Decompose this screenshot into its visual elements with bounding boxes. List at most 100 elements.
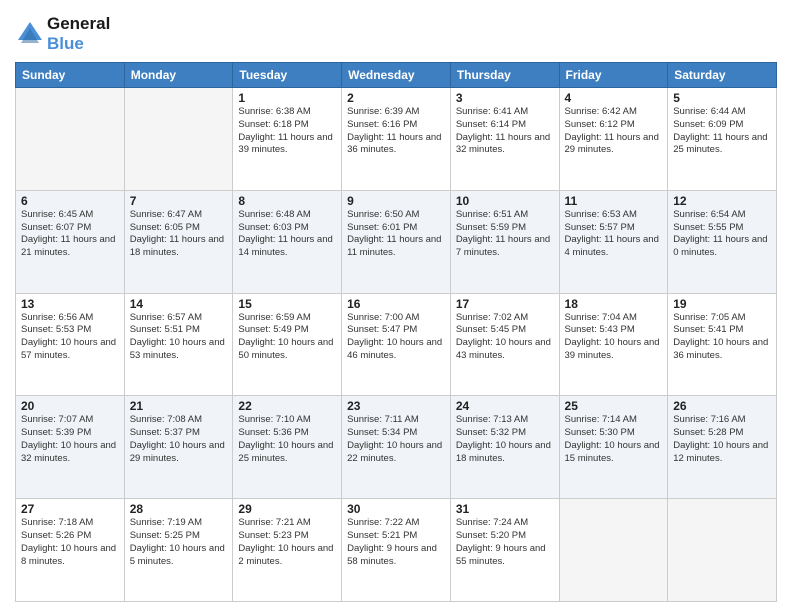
calendar-week-row: 20Sunrise: 7:07 AMSunset: 5:39 PMDayligh…: [16, 396, 777, 499]
day-number: 6: [21, 194, 119, 208]
day-info: Sunrise: 6:42 AMSunset: 6:12 PMDaylight:…: [565, 106, 663, 157]
day-info: Sunrise: 7:16 AMSunset: 5:28 PMDaylight:…: [673, 414, 771, 465]
day-number: 14: [130, 297, 228, 311]
day-info: Sunrise: 7:11 AMSunset: 5:34 PMDaylight:…: [347, 414, 445, 465]
day-number: 28: [130, 502, 228, 516]
calendar-cell: 5Sunrise: 6:44 AMSunset: 6:09 PMDaylight…: [668, 88, 777, 191]
day-info: Sunrise: 6:59 AMSunset: 5:49 PMDaylight:…: [238, 312, 336, 363]
day-info: Sunrise: 7:10 AMSunset: 5:36 PMDaylight:…: [238, 414, 336, 465]
day-info: Sunrise: 7:21 AMSunset: 5:23 PMDaylight:…: [238, 517, 336, 568]
day-info: Sunrise: 7:08 AMSunset: 5:37 PMDaylight:…: [130, 414, 228, 465]
calendar-cell: 18Sunrise: 7:04 AMSunset: 5:43 PMDayligh…: [559, 293, 668, 396]
calendar-week-row: 13Sunrise: 6:56 AMSunset: 5:53 PMDayligh…: [16, 293, 777, 396]
day-number: 30: [347, 502, 445, 516]
day-info: Sunrise: 6:45 AMSunset: 6:07 PMDaylight:…: [21, 209, 119, 260]
day-info: Sunrise: 6:50 AMSunset: 6:01 PMDaylight:…: [347, 209, 445, 260]
calendar-cell: 13Sunrise: 6:56 AMSunset: 5:53 PMDayligh…: [16, 293, 125, 396]
weekday-header: Friday: [559, 63, 668, 88]
logo: General Blue: [15, 14, 110, 54]
calendar-cell: 23Sunrise: 7:11 AMSunset: 5:34 PMDayligh…: [342, 396, 451, 499]
calendar-week-row: 1Sunrise: 6:38 AMSunset: 6:18 PMDaylight…: [16, 88, 777, 191]
day-info: Sunrise: 6:41 AMSunset: 6:14 PMDaylight:…: [456, 106, 554, 157]
day-info: Sunrise: 7:02 AMSunset: 5:45 PMDaylight:…: [456, 312, 554, 363]
calendar-cell: 19Sunrise: 7:05 AMSunset: 5:41 PMDayligh…: [668, 293, 777, 396]
day-info: Sunrise: 7:00 AMSunset: 5:47 PMDaylight:…: [347, 312, 445, 363]
calendar-cell: 22Sunrise: 7:10 AMSunset: 5:36 PMDayligh…: [233, 396, 342, 499]
day-number: 15: [238, 297, 336, 311]
calendar-week-row: 6Sunrise: 6:45 AMSunset: 6:07 PMDaylight…: [16, 190, 777, 293]
calendar-cell: 17Sunrise: 7:02 AMSunset: 5:45 PMDayligh…: [450, 293, 559, 396]
day-info: Sunrise: 7:24 AMSunset: 5:20 PMDaylight:…: [456, 517, 554, 568]
calendar-cell: 7Sunrise: 6:47 AMSunset: 6:05 PMDaylight…: [124, 190, 233, 293]
day-number: 10: [456, 194, 554, 208]
day-info: Sunrise: 6:53 AMSunset: 5:57 PMDaylight:…: [565, 209, 663, 260]
page: General Blue SundayMondayTuesdayWednesda…: [0, 0, 792, 612]
day-info: Sunrise: 7:14 AMSunset: 5:30 PMDaylight:…: [565, 414, 663, 465]
day-number: 17: [456, 297, 554, 311]
weekday-header-row: SundayMondayTuesdayWednesdayThursdayFrid…: [16, 63, 777, 88]
day-info: Sunrise: 6:44 AMSunset: 6:09 PMDaylight:…: [673, 106, 771, 157]
calendar-cell: 31Sunrise: 7:24 AMSunset: 5:20 PMDayligh…: [450, 499, 559, 602]
day-number: 8: [238, 194, 336, 208]
day-number: 20: [21, 399, 119, 413]
day-number: 24: [456, 399, 554, 413]
day-info: Sunrise: 7:22 AMSunset: 5:21 PMDaylight:…: [347, 517, 445, 568]
calendar-cell: [668, 499, 777, 602]
day-info: Sunrise: 7:04 AMSunset: 5:43 PMDaylight:…: [565, 312, 663, 363]
day-info: Sunrise: 6:57 AMSunset: 5:51 PMDaylight:…: [130, 312, 228, 363]
day-number: 27: [21, 502, 119, 516]
day-number: 4: [565, 91, 663, 105]
calendar-cell: 20Sunrise: 7:07 AMSunset: 5:39 PMDayligh…: [16, 396, 125, 499]
calendar-cell: 3Sunrise: 6:41 AMSunset: 6:14 PMDaylight…: [450, 88, 559, 191]
day-number: 25: [565, 399, 663, 413]
day-info: Sunrise: 6:54 AMSunset: 5:55 PMDaylight:…: [673, 209, 771, 260]
day-number: 9: [347, 194, 445, 208]
calendar-cell: 16Sunrise: 7:00 AMSunset: 5:47 PMDayligh…: [342, 293, 451, 396]
day-number: 1: [238, 91, 336, 105]
day-number: 18: [565, 297, 663, 311]
calendar-cell: 27Sunrise: 7:18 AMSunset: 5:26 PMDayligh…: [16, 499, 125, 602]
calendar-cell: 10Sunrise: 6:51 AMSunset: 5:59 PMDayligh…: [450, 190, 559, 293]
day-number: 26: [673, 399, 771, 413]
weekday-header: Monday: [124, 63, 233, 88]
day-number: 22: [238, 399, 336, 413]
day-info: Sunrise: 6:51 AMSunset: 5:59 PMDaylight:…: [456, 209, 554, 260]
day-number: 19: [673, 297, 771, 311]
day-number: 7: [130, 194, 228, 208]
day-number: 29: [238, 502, 336, 516]
day-info: Sunrise: 6:56 AMSunset: 5:53 PMDaylight:…: [21, 312, 119, 363]
day-number: 12: [673, 194, 771, 208]
day-number: 13: [21, 297, 119, 311]
day-info: Sunrise: 7:13 AMSunset: 5:32 PMDaylight:…: [456, 414, 554, 465]
calendar-cell: 1Sunrise: 6:38 AMSunset: 6:18 PMDaylight…: [233, 88, 342, 191]
weekday-header: Thursday: [450, 63, 559, 88]
weekday-header: Wednesday: [342, 63, 451, 88]
calendar-cell: 14Sunrise: 6:57 AMSunset: 5:51 PMDayligh…: [124, 293, 233, 396]
calendar-cell: 4Sunrise: 6:42 AMSunset: 6:12 PMDaylight…: [559, 88, 668, 191]
day-info: Sunrise: 6:39 AMSunset: 6:16 PMDaylight:…: [347, 106, 445, 157]
weekday-header: Saturday: [668, 63, 777, 88]
calendar-cell: 2Sunrise: 6:39 AMSunset: 6:16 PMDaylight…: [342, 88, 451, 191]
calendar-cell: 29Sunrise: 7:21 AMSunset: 5:23 PMDayligh…: [233, 499, 342, 602]
day-info: Sunrise: 7:18 AMSunset: 5:26 PMDaylight:…: [21, 517, 119, 568]
calendar-cell: 21Sunrise: 7:08 AMSunset: 5:37 PMDayligh…: [124, 396, 233, 499]
calendar-cell: 12Sunrise: 6:54 AMSunset: 5:55 PMDayligh…: [668, 190, 777, 293]
weekday-header: Sunday: [16, 63, 125, 88]
weekday-header: Tuesday: [233, 63, 342, 88]
calendar-cell: 24Sunrise: 7:13 AMSunset: 5:32 PMDayligh…: [450, 396, 559, 499]
day-info: Sunrise: 6:48 AMSunset: 6:03 PMDaylight:…: [238, 209, 336, 260]
calendar-cell: 26Sunrise: 7:16 AMSunset: 5:28 PMDayligh…: [668, 396, 777, 499]
day-number: 16: [347, 297, 445, 311]
calendar-cell: 8Sunrise: 6:48 AMSunset: 6:03 PMDaylight…: [233, 190, 342, 293]
day-info: Sunrise: 7:05 AMSunset: 5:41 PMDaylight:…: [673, 312, 771, 363]
day-info: Sunrise: 6:47 AMSunset: 6:05 PMDaylight:…: [130, 209, 228, 260]
calendar-cell: 11Sunrise: 6:53 AMSunset: 5:57 PMDayligh…: [559, 190, 668, 293]
day-number: 21: [130, 399, 228, 413]
calendar-cell: 15Sunrise: 6:59 AMSunset: 5:49 PMDayligh…: [233, 293, 342, 396]
day-info: Sunrise: 7:07 AMSunset: 5:39 PMDaylight:…: [21, 414, 119, 465]
day-number: 11: [565, 194, 663, 208]
day-number: 23: [347, 399, 445, 413]
day-info: Sunrise: 7:19 AMSunset: 5:25 PMDaylight:…: [130, 517, 228, 568]
day-number: 5: [673, 91, 771, 105]
day-number: 3: [456, 91, 554, 105]
